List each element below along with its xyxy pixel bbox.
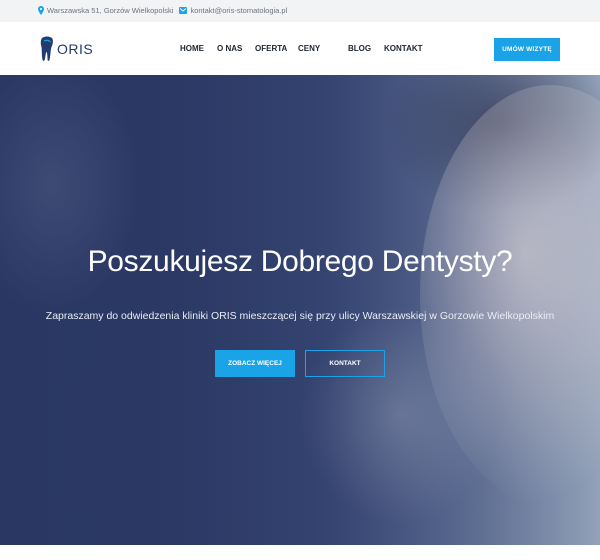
book-visit-button[interactable]: UMÓW WIZYTĘ <box>494 38 560 61</box>
hero-title: Poszukujesz Dobrego Dentysty? <box>87 245 513 278</box>
site-header: ORIS HOME O NAS OFERTA CENY BLOG KONTAKT… <box>0 22 600 75</box>
nav-item-o-nas[interactable]: O NAS <box>217 44 242 53</box>
nav-item-oferta[interactable]: OFERTA <box>255 44 287 53</box>
logo-text: ORIS <box>57 41 94 57</box>
nav-item-blog[interactable]: BLOG <box>348 44 371 53</box>
nav-item-ceny[interactable]: CENY <box>298 44 320 53</box>
nav-item-home[interactable]: HOME <box>180 44 204 53</box>
hero-section: Poszukujesz Dobrego Dentysty? Zapraszamy… <box>0 75 600 545</box>
page-bottom-strip <box>0 545 600 560</box>
envelope-icon <box>179 7 188 14</box>
address-text: Warszawska 51, Gorzów Wielkopolski <box>47 6 174 15</box>
tooth-icon <box>40 36 53 61</box>
email-link[interactable]: kontakt@oris-stomatologia.pl <box>190 6 287 15</box>
top-info-bar: Warszawska 51, Gorzów Wielkopolski konta… <box>0 0 600 22</box>
location-pin-icon <box>38 6 44 15</box>
hero-subtitle: Zapraszamy do odwiedzenia kliniki ORIS m… <box>45 310 555 322</box>
logo[interactable]: ORIS <box>40 36 93 62</box>
see-more-button[interactable]: ZOBACZ WIĘCEJ <box>215 350 295 377</box>
nav-item-kontakt[interactable]: KONTAKT <box>384 44 423 53</box>
contact-button[interactable]: KONTAKT <box>305 350 385 377</box>
